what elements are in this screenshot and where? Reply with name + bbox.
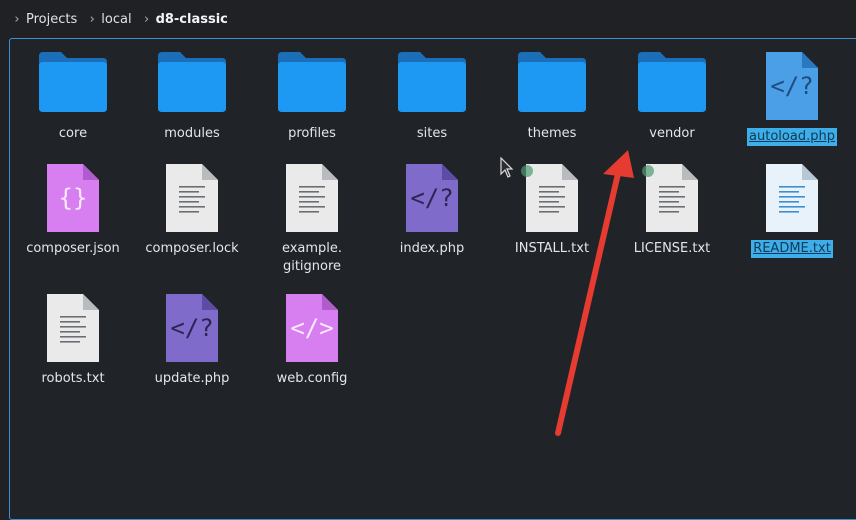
file-item[interactable]: robots.txt	[15, 292, 131, 388]
file-item[interactable]: profiles	[254, 50, 370, 143]
file-name: autoload.php	[747, 128, 837, 146]
folder-icon	[636, 50, 708, 114]
file-item[interactable]: </? index.php	[374, 162, 490, 258]
status-dot	[521, 165, 533, 177]
file-item[interactable]: themes	[494, 50, 610, 143]
file-item[interactable]: LICENSE.txt	[614, 162, 730, 258]
breadcrumb-item-d8-classic[interactable]: › d8-classic	[138, 12, 228, 27]
xml-file-icon: </>	[284, 292, 340, 364]
file-item[interactable]: core	[15, 50, 131, 143]
folder-icon	[37, 50, 109, 114]
file-name: composer.json	[26, 241, 120, 256]
file-name: example. gitignore	[281, 241, 343, 274]
file-name: core	[58, 126, 88, 141]
file-item[interactable]: modules	[134, 50, 250, 143]
file-item[interactable]: sites	[374, 50, 490, 143]
file-name: INSTALL.txt	[514, 241, 590, 256]
breadcrumb-label: local	[101, 11, 132, 27]
json-file-icon: {}	[45, 162, 101, 234]
chevron-right-icon: ›	[14, 11, 20, 27]
text-file-icon	[164, 162, 220, 234]
text-file-icon	[45, 292, 101, 364]
file-name: themes	[527, 126, 577, 141]
chevron-right-icon: ›	[143, 11, 150, 27]
file-item[interactable]: </? update.php	[134, 292, 250, 388]
text-file-icon	[764, 162, 820, 234]
breadcrumb-label: Projects	[26, 11, 78, 27]
file-name: index.php	[399, 241, 465, 256]
breadcrumb-label: d8-classic	[155, 11, 228, 27]
php-file-icon: </?	[164, 292, 220, 364]
file-item[interactable]: </> web.config	[254, 292, 370, 388]
file-name: profiles	[288, 126, 336, 141]
folder-icon	[276, 50, 348, 114]
file-name: robots.txt	[41, 371, 105, 386]
file-item[interactable]: composer.lock	[134, 162, 250, 258]
breadcrumb: › Projects › local › d8-classic	[0, 0, 856, 38]
file-item[interactable]: {} composer.json	[15, 162, 131, 258]
file-item[interactable]: example. gitignore	[254, 162, 370, 276]
mouse-cursor-icon	[500, 157, 514, 178]
folder-icon	[156, 50, 228, 114]
breadcrumb-item-projects[interactable]: › Projects	[8, 12, 77, 27]
file-name: LICENSE.txt	[633, 241, 711, 256]
folder-icon	[396, 50, 468, 114]
chevron-right-icon: ›	[89, 11, 95, 27]
file-name: update.php	[154, 371, 230, 386]
status-dot	[642, 165, 654, 177]
breadcrumb-item-local[interactable]: › local	[83, 11, 132, 27]
file-name: README.txt	[751, 240, 833, 258]
php-file-icon: </?	[764, 50, 820, 122]
file-name: composer.lock	[145, 241, 239, 256]
folder-icon	[516, 50, 588, 114]
file-name: vendor	[649, 126, 695, 141]
file-name: sites	[416, 126, 448, 141]
file-item[interactable]: README.txt	[734, 162, 850, 258]
file-item[interactable]: vendor	[614, 50, 730, 143]
php-file-icon: </?	[404, 162, 460, 234]
file-name: modules	[164, 126, 220, 141]
file-name: web.config	[276, 371, 348, 386]
text-file-icon	[284, 162, 340, 234]
file-item[interactable]: </? autoload.php	[734, 50, 850, 146]
